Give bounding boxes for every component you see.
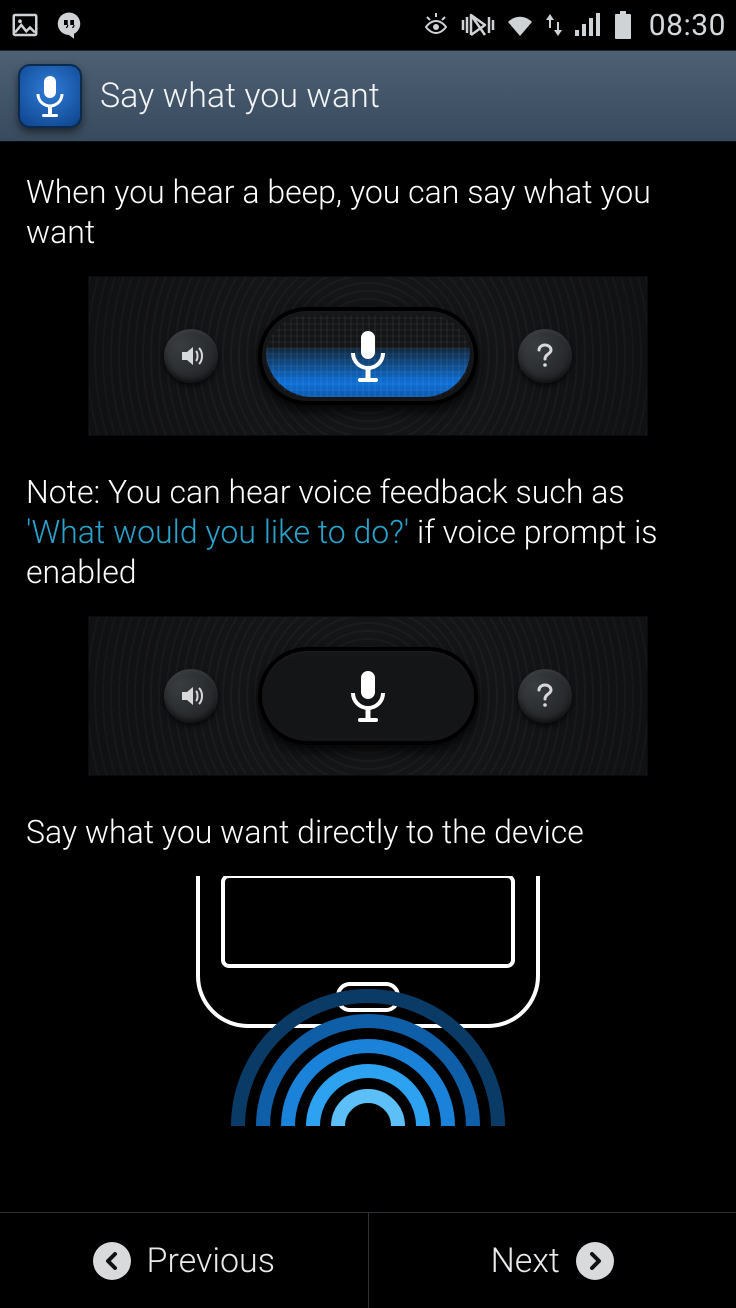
data-arrows-icon: [545, 12, 563, 38]
smart-stay-icon: [421, 11, 451, 39]
chevron-right-icon: [576, 1242, 614, 1280]
mic-button-active[interactable]: [258, 307, 478, 405]
voice-output-button[interactable]: [164, 329, 218, 383]
help-button[interactable]: [518, 329, 572, 383]
note-quote: 'What would you like to do?': [26, 513, 409, 551]
content: When you hear a beep, you can say what y…: [0, 142, 736, 1126]
next-label: Next: [491, 1241, 560, 1281]
app-header: Say what you want: [0, 50, 736, 142]
voice-output-button-2[interactable]: [164, 669, 218, 723]
device-illustration: [88, 876, 648, 1126]
vibrate-icon: [461, 11, 495, 39]
status-left: [10, 10, 84, 40]
voice-panel-active: [88, 276, 648, 436]
note-prefix: Note: You can hear voice feedback such a…: [26, 473, 625, 511]
status-time: 08:30: [649, 8, 726, 43]
help-button-2[interactable]: [518, 669, 572, 723]
previous-label: Previous: [147, 1241, 275, 1281]
previous-button[interactable]: Previous: [0, 1213, 368, 1308]
app-mic-icon: [18, 64, 82, 128]
signal-icon: [573, 12, 603, 38]
next-button[interactable]: Next: [369, 1213, 736, 1308]
direct-text: Say what you want directly to the device: [26, 812, 710, 852]
wifi-icon: [505, 12, 535, 38]
chevron-left-icon: [93, 1242, 131, 1280]
footer-nav: Previous Next: [0, 1212, 736, 1308]
intro-text: When you hear a beep, you can say what y…: [26, 172, 710, 252]
hangouts-icon: [54, 10, 84, 40]
note-text: Note: You can hear voice feedback such a…: [26, 472, 710, 592]
status-right: 08:30: [421, 8, 726, 43]
battery-icon: [613, 10, 633, 40]
mic-button-idle[interactable]: [258, 647, 478, 745]
image-icon: [10, 10, 40, 40]
status-bar: 08:30: [0, 0, 736, 50]
voice-panel-idle: [88, 616, 648, 776]
page-title: Say what you want: [100, 76, 380, 116]
